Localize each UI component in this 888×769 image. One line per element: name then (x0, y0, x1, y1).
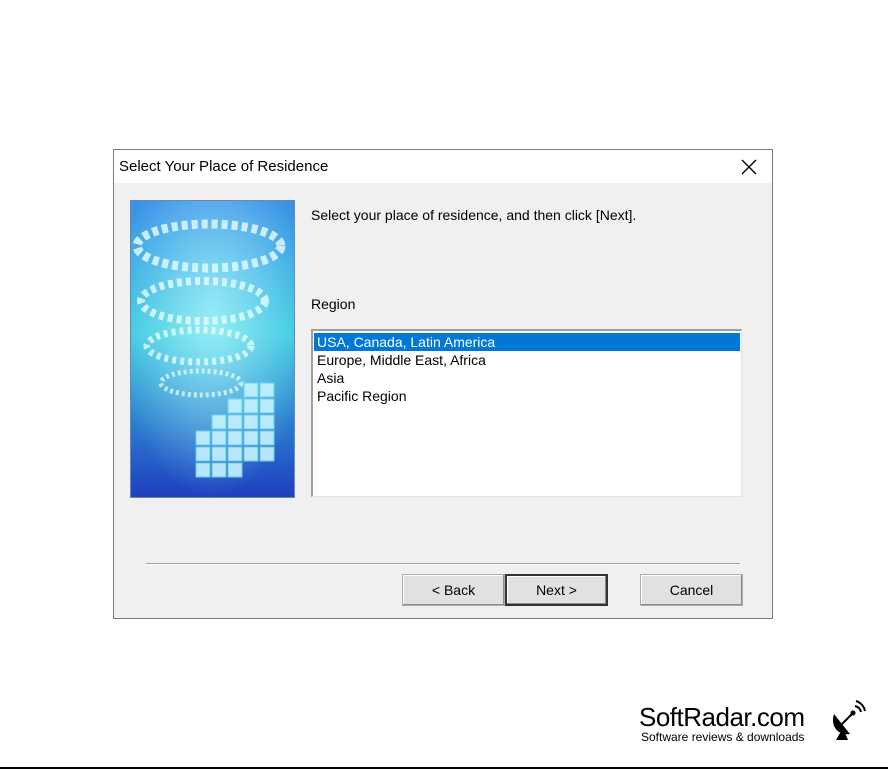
next-button[interactable]: Next > (505, 574, 608, 606)
cancel-button[interactable]: Cancel (640, 574, 743, 606)
setup-banner-image (130, 200, 295, 498)
region-option-asia[interactable]: Asia (314, 369, 740, 387)
region-option-usa-canada-latin-america[interactable]: USA, Canada, Latin America (314, 333, 740, 351)
softradar-watermark: SoftRadar.com Software reviews & downloa… (638, 700, 868, 750)
residence-dialog: Select Your Place of Residence Select yo… (113, 149, 773, 619)
back-button[interactable]: < Back (402, 574, 505, 606)
region-label: Region (311, 296, 356, 312)
region-option-europe-middle-east-africa[interactable]: Europe, Middle East, Africa (314, 351, 740, 369)
instruction-text: Select your place of residence, and then… (311, 207, 637, 223)
region-option-pacific-region[interactable]: Pacific Region (314, 387, 740, 405)
dialog-title: Select Your Place of Residence (119, 158, 329, 175)
title-bar: Select Your Place of Residence (114, 150, 772, 183)
close-icon (741, 159, 757, 174)
button-separator (146, 563, 740, 565)
watermark-name: SoftRadar.com (639, 702, 805, 732)
watermark-tagline: Software reviews & downloads (641, 730, 805, 744)
region-listbox[interactable]: USA, Canada, Latin America Europe, Middl… (311, 329, 742, 497)
close-button[interactable] (726, 150, 772, 183)
satellite-dish-icon (832, 700, 866, 740)
